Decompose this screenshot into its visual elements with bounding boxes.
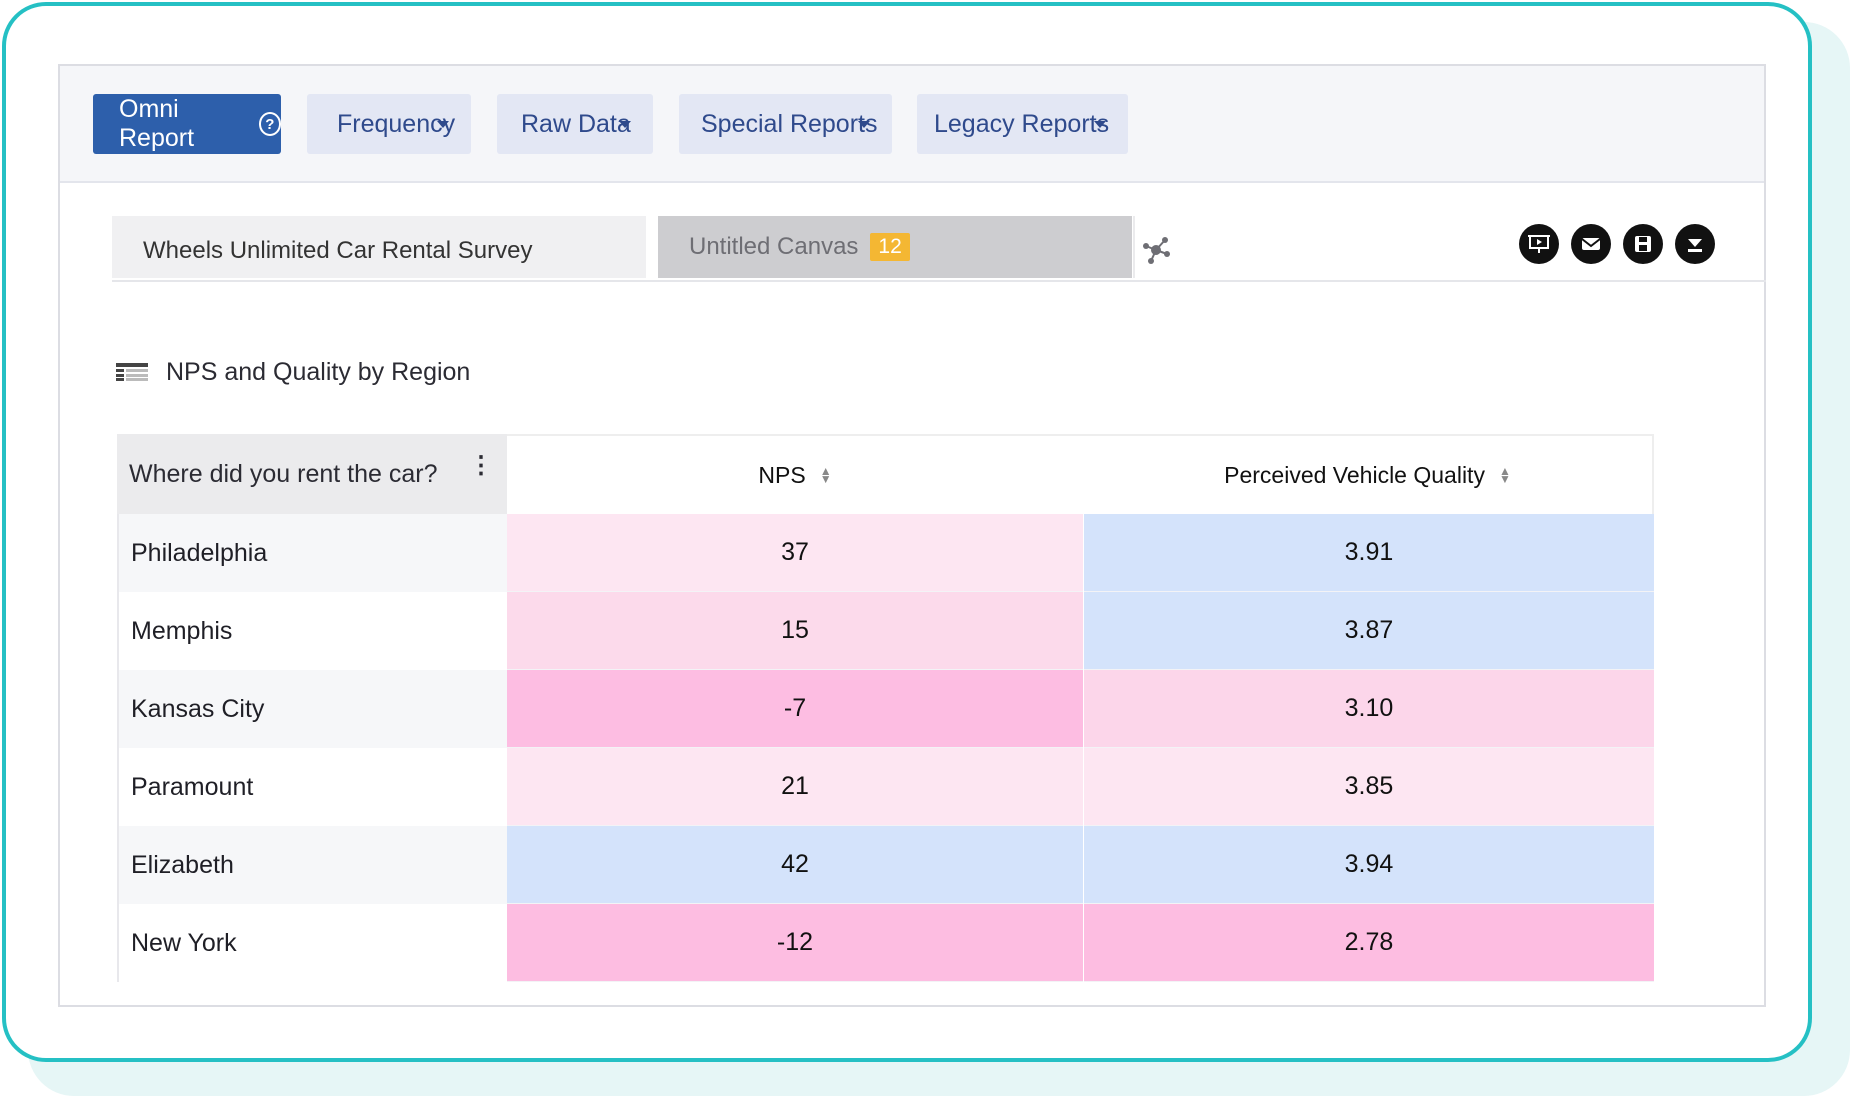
- frequency-menu-button[interactable]: Frequency: [307, 94, 471, 154]
- table-header-row: Where did you rent the car? ⋮ NPS ▲ ▼ Per…: [117, 434, 1654, 514]
- special-reports-menu-button[interactable]: Special Reports: [679, 94, 892, 154]
- row-label: Philadelphia: [117, 514, 507, 592]
- nps-cell: 21: [507, 748, 1083, 826]
- omni-report-button[interactable]: Omni Report ?: [93, 94, 281, 154]
- network-icon[interactable]: [1138, 232, 1174, 268]
- nps-cell: 42: [507, 826, 1083, 904]
- row-label: New York: [117, 904, 507, 982]
- raw-data-menu-button[interactable]: Raw Data: [497, 94, 653, 154]
- chevron-down-icon: [437, 121, 449, 128]
- tab-survey[interactable]: Wheels Unlimited Car Rental Survey: [112, 216, 646, 278]
- quality-cell: 3.91: [1084, 514, 1654, 592]
- present-icon[interactable]: [1519, 224, 1559, 264]
- table-row: Philadelphia 37 3.91: [117, 514, 1654, 592]
- chevron-down-icon: [619, 121, 631, 128]
- row-label: Kansas City: [117, 670, 507, 748]
- quality-cell: 3.10: [1084, 670, 1654, 748]
- help-icon[interactable]: ?: [258, 112, 281, 136]
- legacy-reports-label: Legacy Reports: [934, 109, 1110, 138]
- row-header-cell: Where did you rent the car? ⋮: [117, 434, 507, 514]
- table-row: Kansas City -7 3.10: [117, 670, 1654, 748]
- row-label: Memphis: [117, 592, 507, 670]
- table-icon: [116, 363, 148, 381]
- report-app: Omni Report ? Frequency Raw Data Special…: [58, 64, 1766, 1007]
- quality-cell: 3.87: [1084, 592, 1654, 670]
- widget-title-text: NPS and Quality by Region: [166, 357, 471, 386]
- sort-icon[interactable]: ▲ ▼: [820, 465, 832, 485]
- column-header-nps[interactable]: NPS ▲ ▼: [507, 434, 1083, 514]
- table-row: Paramount 21 3.85: [117, 748, 1654, 826]
- crosstab-table: Where did you rent the car? ⋮ NPS ▲ ▼ Per…: [117, 434, 1654, 983]
- tab-divider: [1133, 216, 1135, 278]
- tab-untitled-canvas[interactable]: Untitled Canvas 12: [658, 216, 1170, 278]
- column-header-quality[interactable]: Perceived Vehicle Quality ▲ ▼: [1083, 434, 1654, 514]
- table-row: Elizabeth 42 3.94: [117, 826, 1654, 904]
- omni-report-label: Omni Report: [119, 95, 195, 152]
- email-icon[interactable]: [1571, 224, 1611, 264]
- tab-canvas-label: Untitled Canvas: [689, 233, 859, 260]
- quality-cell: 3.85: [1084, 748, 1654, 826]
- canvas-count-badge: 12: [870, 233, 910, 261]
- more-vertical-icon[interactable]: ⋮: [469, 454, 493, 478]
- chevron-down-icon: [858, 121, 870, 128]
- nps-cell: -12: [507, 904, 1083, 982]
- nps-cell: 15: [507, 592, 1083, 670]
- sort-icon[interactable]: ▲ ▼: [1499, 465, 1511, 485]
- row-label: Elizabeth: [117, 826, 507, 904]
- quality-cell: 3.94: [1084, 826, 1654, 904]
- canvas-tabs: Wheels Unlimited Car Rental Survey Untit…: [112, 216, 1766, 282]
- quality-cell: 2.78: [1084, 904, 1654, 982]
- special-reports-label: Special Reports: [701, 109, 878, 138]
- download-icon[interactable]: [1675, 224, 1715, 264]
- row-label: Paramount: [117, 748, 507, 826]
- quality-header-label: Perceived Vehicle Quality: [1224, 461, 1485, 488]
- nps-cell: 37: [507, 514, 1083, 592]
- save-icon[interactable]: [1623, 224, 1663, 264]
- nps-cell: -7: [507, 670, 1083, 748]
- nps-header-label: NPS: [758, 461, 806, 488]
- row-header-label: Where did you rent the car?: [129, 459, 438, 488]
- table-row: New York -12 2.78: [117, 904, 1654, 982]
- widget-title: NPS and Quality by Region: [116, 352, 470, 392]
- raw-data-label: Raw Data: [521, 109, 631, 138]
- table-row: Memphis 15 3.87: [117, 592, 1654, 670]
- chevron-down-icon: [1094, 121, 1106, 128]
- tab-survey-label: Wheels Unlimited Car Rental Survey: [143, 237, 533, 264]
- top-toolbar: Omni Report ? Frequency Raw Data Special…: [60, 66, 1764, 183]
- legacy-reports-menu-button[interactable]: Legacy Reports: [917, 94, 1128, 154]
